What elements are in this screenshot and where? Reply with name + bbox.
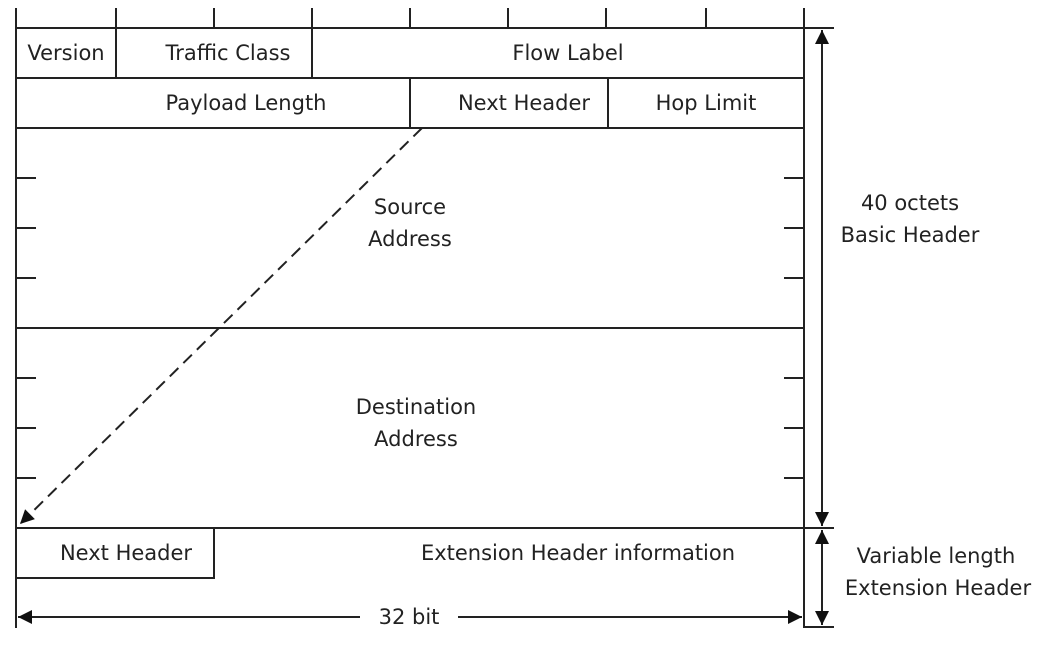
ext-header-label-line2: Extension Header [845,576,1032,600]
field-next-header: Next Header [458,91,590,115]
field-ext-next-header: Next Header [60,541,192,565]
field-flow-label: Flow Label [512,41,623,65]
field-traffic-class: Traffic Class [164,41,290,65]
basic-header-label-line1: 40 octets [861,191,959,215]
next-header-pointer-arrow [19,127,423,525]
field-destination-line2: Address [374,427,458,451]
width-label: 32 bit [379,605,440,629]
field-hop-limit: Hop Limit [656,91,757,115]
field-payload-length: Payload Length [165,91,326,115]
field-ext-info: Extension Header information [421,541,735,565]
field-source-line1: Source [374,195,446,219]
bit-ticks [15,8,805,28]
ext-header-label-line1: Variable length [857,544,1016,568]
field-destination-line1: Destination [356,395,477,419]
basic-header-label-line2: Basic Header [841,223,980,247]
ipv6-header-diagram: Version Traffic Class Flow Label Payload… [15,8,1032,629]
field-source-line2: Address [368,227,452,251]
field-version: Version [27,41,104,65]
